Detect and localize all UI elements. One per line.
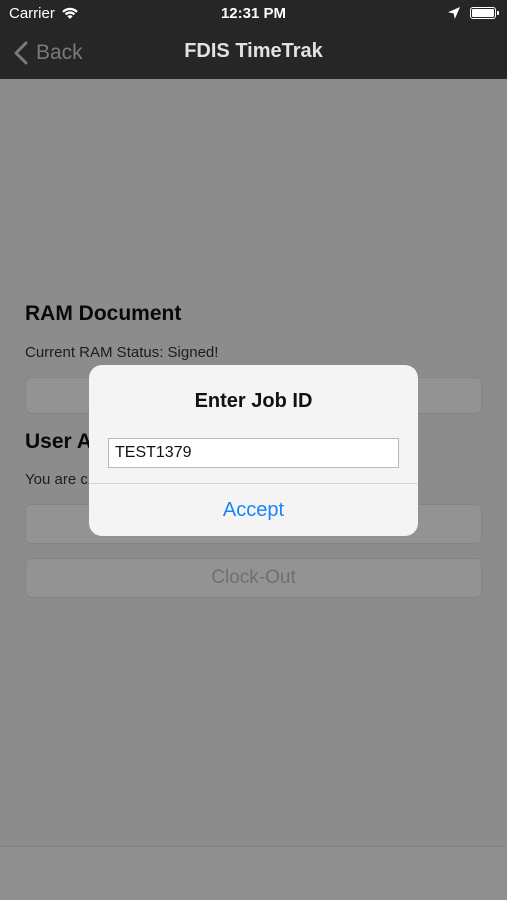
accept-button[interactable]: Accept [89, 484, 418, 536]
job-id-dialog: Enter Job ID Accept [89, 365, 418, 536]
top-bar: Carrier 12:31 PM Back FDIS TimeTrak [0, 0, 507, 79]
job-id-input[interactable] [108, 438, 399, 468]
location-arrow-icon [447, 6, 461, 24]
navigation-bar: Back FDIS TimeTrak [0, 28, 507, 79]
status-time: 12:31 PM [220, 5, 287, 22]
battery-icon [470, 7, 499, 19]
dialog-title: Enter Job ID [194, 390, 313, 412]
page-title: FDIS TimeTrak [184, 40, 323, 62]
status-bar: Carrier 12:31 PM [0, 0, 507, 28]
